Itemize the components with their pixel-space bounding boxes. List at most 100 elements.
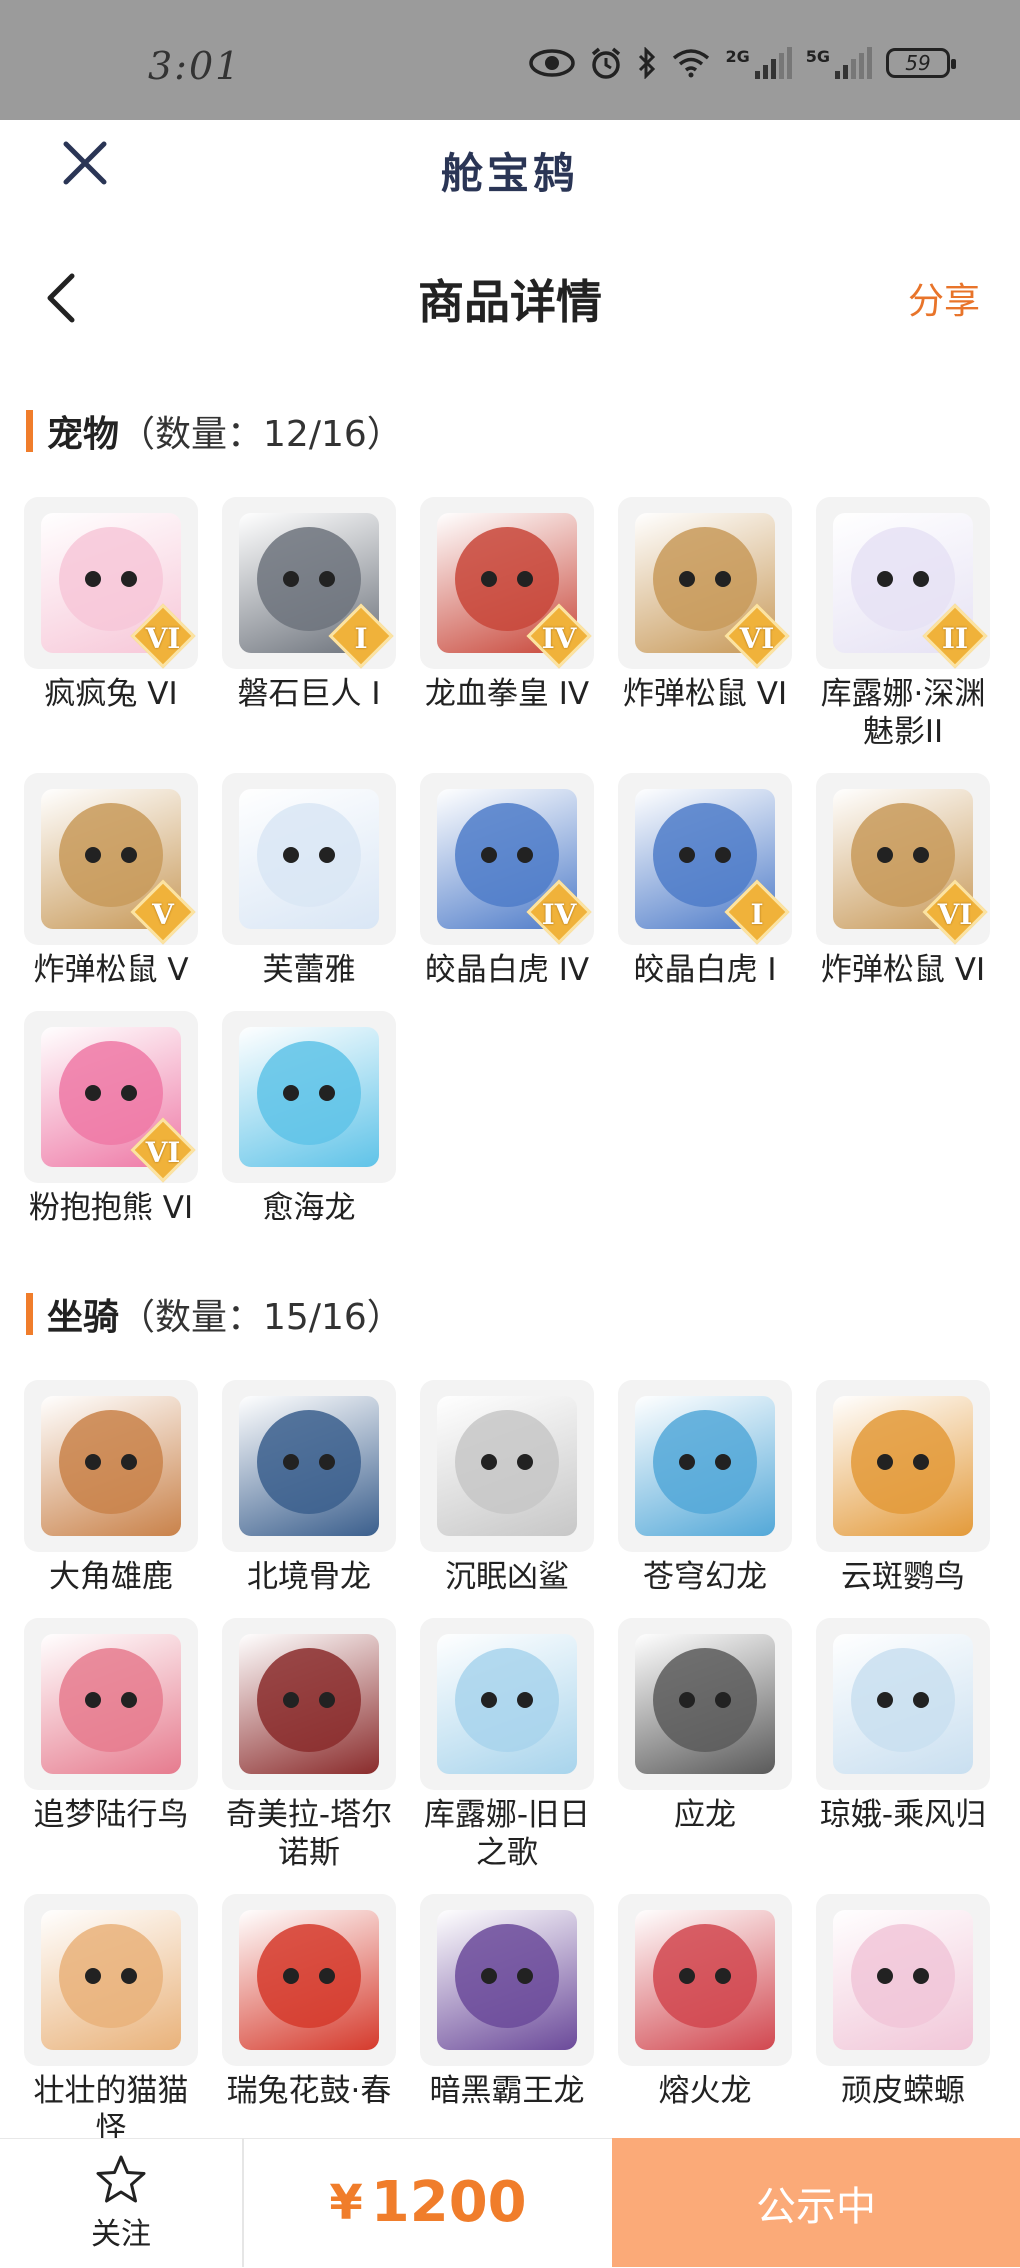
item-label: 奇美拉-塔尔诺斯 [225, 1797, 393, 1871]
item-artwork [41, 1396, 181, 1536]
grid-item[interactable]: 库露娜-旧日之歌 [420, 1618, 594, 1872]
item-artwork [437, 1396, 577, 1536]
grid-item[interactable]: 熔火龙 [618, 1894, 792, 2148]
creature-eye [517, 1968, 533, 1984]
tier-badge-text: VI [739, 622, 775, 655]
creature-eye [913, 847, 929, 863]
creature-eye [679, 1692, 695, 1708]
grid-item[interactable]: 苍穹幻龙 [618, 1380, 792, 1596]
creature-eye [85, 1968, 101, 1984]
creature-eye [715, 1968, 731, 1984]
grid-item[interactable]: 沉眠凶鲨 [420, 1380, 594, 1596]
status-time: 3:01 [148, 44, 242, 88]
grid-item[interactable]: 奇美拉-塔尔诺斯 [222, 1618, 396, 1872]
creature-eye [679, 571, 695, 587]
grid-item[interactable]: 应龙 [618, 1618, 792, 1872]
signal-2g-icon: 2G [725, 47, 792, 79]
grid-item[interactable]: 北境骨龙 [222, 1380, 396, 1596]
creature-eye [877, 1692, 893, 1708]
battery-icon: 59 [886, 48, 956, 78]
grid-item[interactable]: VI 粉抱抱熊 VI [24, 1011, 198, 1227]
item-artwork [635, 1634, 775, 1774]
alarm-icon [589, 46, 623, 80]
item-thumbnail: IV [420, 773, 594, 945]
grid-item[interactable]: 追梦陆行鸟 [24, 1618, 198, 1872]
grid-item[interactable]: 琼娥-乘风归 [816, 1618, 990, 1872]
creature-eye [517, 1454, 533, 1470]
creature-eye [877, 1968, 893, 1984]
grid-item[interactable]: IV 龙血拳皇 IV [420, 497, 594, 751]
grid-item[interactable]: 愈海龙 [222, 1011, 396, 1227]
creature-eye [517, 571, 533, 587]
creature-eye [679, 847, 695, 863]
item-artwork [41, 1910, 181, 2050]
item-thumbnail [24, 1618, 198, 1790]
creature-eye [913, 1454, 929, 1470]
grid-item[interactable]: IV 皎晶白虎 IV [420, 773, 594, 989]
item-thumbnail [618, 1894, 792, 2066]
grid-item[interactable]: VI 炸弹松鼠 VI [618, 497, 792, 751]
creature-eye [319, 1692, 335, 1708]
grid-item[interactable]: II 库露娜·深渊魅影II [816, 497, 990, 751]
grid-item[interactable]: I 磐石巨人 I [222, 497, 396, 751]
grid-item[interactable]: 壮壮的猫猫怪 [24, 1894, 198, 2148]
creature-shape [59, 1410, 163, 1514]
creature-shape [257, 1924, 361, 2028]
creature-shape [653, 1924, 757, 2028]
creature-eye [481, 847, 497, 863]
grid-item[interactable]: 芙蕾雅 [222, 773, 396, 989]
creature-shape [257, 803, 361, 907]
creature-eye [121, 1968, 137, 1984]
item-artwork [833, 1396, 973, 1536]
listing-status-button[interactable]: 公示中 [612, 2138, 1020, 2267]
creature-shape [851, 1410, 955, 1514]
item-label: 龙血拳皇 IV [424, 676, 590, 712]
section-name: 宠物 [47, 414, 120, 455]
item-label: 炸弹松鼠 V [33, 952, 189, 988]
creature-eye [913, 571, 929, 587]
item-thumbnail [618, 1618, 792, 1790]
item-label: 壮壮的猫猫怪 [33, 2073, 189, 2147]
price: ¥ 1200 [244, 2138, 612, 2267]
creature-eye [481, 1454, 497, 1470]
star-icon [96, 2155, 146, 2202]
item-artwork [437, 1634, 577, 1774]
creature-shape [59, 1924, 163, 2028]
grid-item[interactable]: VI 炸弹松鼠 VI [816, 773, 990, 989]
grid-item[interactable]: VI 疯疯兔 VI [24, 497, 198, 751]
creature-eye [121, 571, 137, 587]
creature-eye [679, 1454, 695, 1470]
mounts-grid: 大角雄鹿 北境骨龙 沉眠凶鲨 苍穹幻龙 云斑鹦鸟追梦陆行鸟 奇美拉-塔尔诺斯 库露娜-旧日之… [24, 1380, 1000, 2148]
share-link[interactable]: 分享 [908, 272, 980, 324]
item-label: 皎晶白虎 IV [424, 952, 590, 988]
grid-item[interactable]: V 炸弹松鼠 V [24, 773, 198, 989]
price-currency: ¥ [329, 2174, 363, 2231]
item-artwork [239, 789, 379, 929]
item-thumbnail: I [222, 497, 396, 669]
grid-item[interactable]: 顽皮蝾螈 [816, 1894, 990, 2148]
follow-button[interactable]: 关注 [0, 2138, 242, 2267]
creature-eye [715, 1692, 731, 1708]
item-artwork [833, 1634, 973, 1774]
creature-eye [319, 1085, 335, 1101]
section-title-pets: 宠物 （数量：12/16） [26, 405, 403, 457]
grid-item[interactable]: 大角雄鹿 [24, 1380, 198, 1596]
grid-item[interactable]: I 皎晶白虎 I [618, 773, 792, 989]
creature-shape [59, 527, 163, 631]
creature-eye [283, 1454, 299, 1470]
creature-eye [877, 571, 893, 587]
creature-shape [257, 527, 361, 631]
wifi-icon [671, 48, 711, 78]
creature-eye [319, 1968, 335, 1984]
item-thumbnail: VI [24, 1011, 198, 1183]
creature-shape [257, 1041, 361, 1145]
grid-item[interactable]: 云斑鹦鸟 [816, 1380, 990, 1596]
item-thumbnail [816, 1380, 990, 1552]
item-thumbnail [420, 1380, 594, 1552]
grid-item[interactable]: 暗黑霸王龙 [420, 1894, 594, 2148]
app-title: 舱宝鸫 [440, 149, 579, 198]
item-thumbnail [420, 1618, 594, 1790]
grid-item[interactable]: 瑞兔花鼓·春 [222, 1894, 396, 2148]
eye-icon [529, 49, 576, 77]
item-label: 炸弹松鼠 VI [622, 676, 788, 712]
